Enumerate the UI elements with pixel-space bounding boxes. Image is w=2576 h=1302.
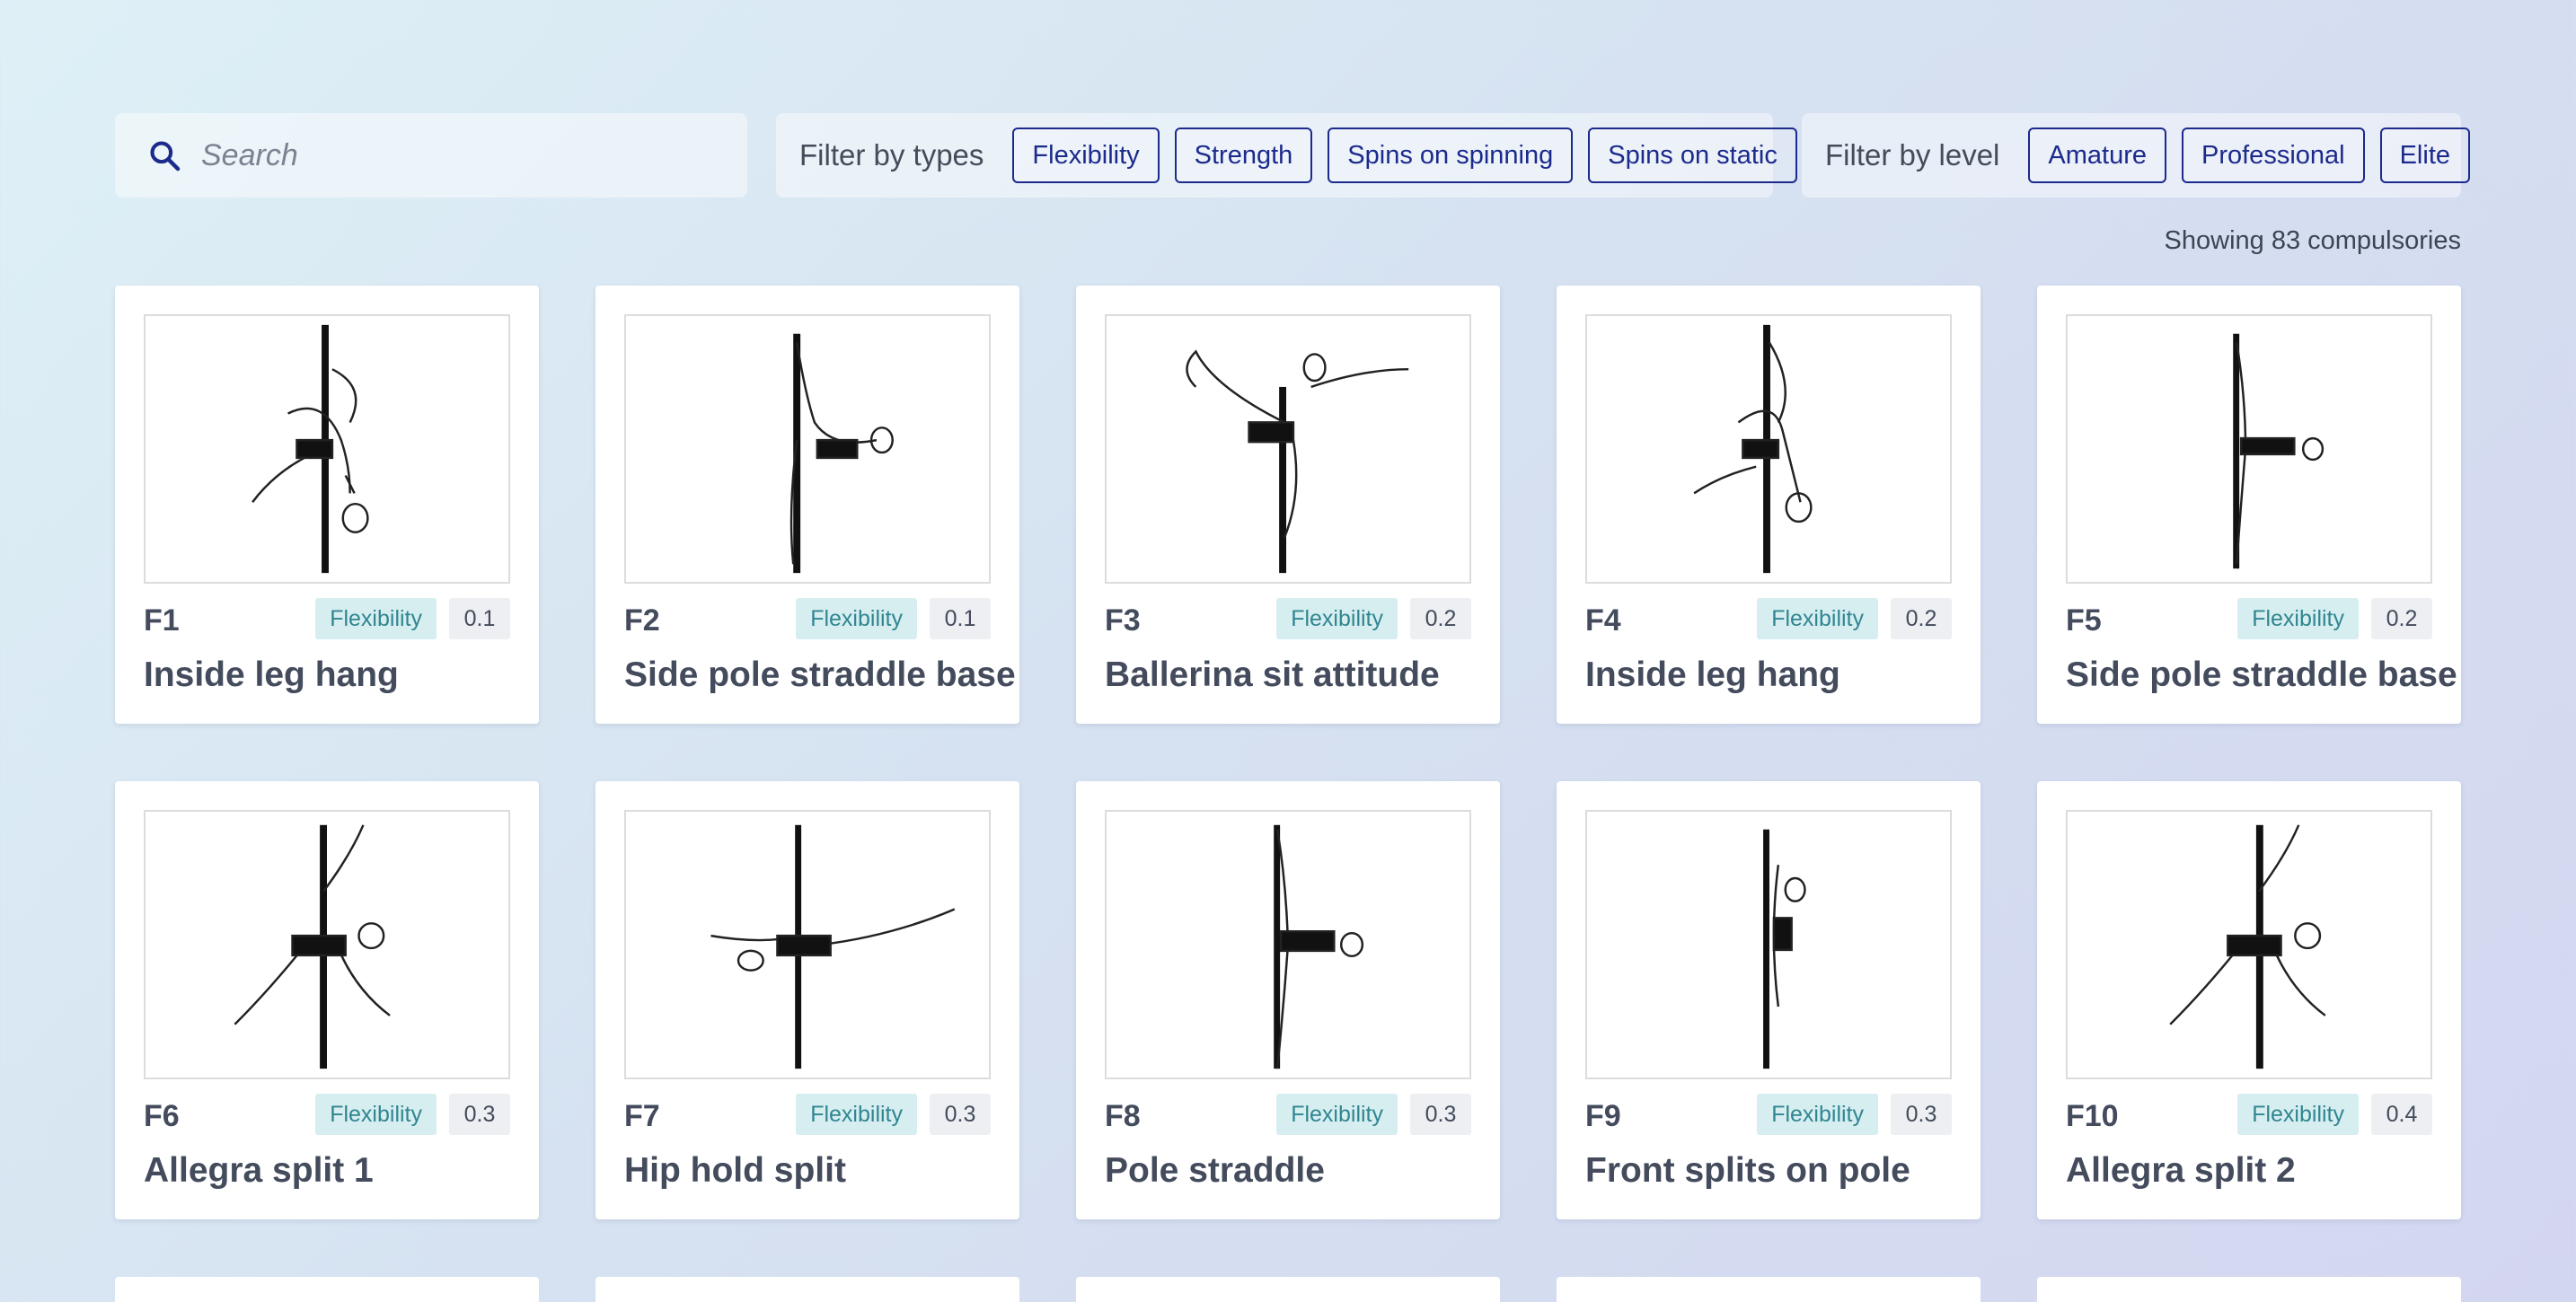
search-input[interactable] bbox=[201, 131, 722, 180]
pose-image bbox=[624, 314, 991, 584]
compulsory-card[interactable]: F8 Flexibility 0.3 Pole straddle bbox=[1076, 781, 1500, 1219]
compulsory-card-partial[interactable] bbox=[2037, 1277, 2461, 1302]
compulsory-card[interactable]: F2 Flexibility 0.1 Side pole straddle ba… bbox=[595, 286, 1019, 724]
pose-image bbox=[1105, 810, 1471, 1079]
card-title: Side pole straddle base bbox=[2066, 655, 2457, 694]
pose-image bbox=[144, 810, 510, 1079]
card-code: F6 bbox=[144, 1099, 180, 1133]
pose-image bbox=[1585, 810, 1952, 1079]
type-badge: Flexibility bbox=[1757, 598, 1878, 639]
card-title: Allegra split 2 bbox=[2066, 1151, 2296, 1190]
pose-image bbox=[144, 314, 510, 584]
pose-image bbox=[1585, 314, 1952, 584]
type-badge: Flexibility bbox=[315, 1094, 437, 1135]
pose-illustration bbox=[790, 333, 894, 574]
card-code: F7 bbox=[624, 1099, 660, 1133]
pose-illustration bbox=[1274, 824, 1364, 1069]
compulsory-card[interactable]: F7 Flexibility 0.3 Hip hold split bbox=[595, 781, 1019, 1219]
card-title: Inside leg hang bbox=[1585, 655, 1840, 694]
card-code: F10 bbox=[2066, 1099, 2119, 1133]
compulsory-card[interactable]: F3 Flexibility 0.2 Ballerina sit attitud… bbox=[1076, 286, 1500, 724]
level-chip-professional[interactable]: Professional bbox=[2182, 128, 2365, 183]
card-title: Ballerina sit attitude bbox=[1105, 655, 1440, 694]
card-title: Allegra split 1 bbox=[144, 1151, 374, 1190]
card-code: F4 bbox=[1585, 603, 1621, 638]
level-filter-panel: Filter by level Amature Professional Eli… bbox=[1802, 113, 2471, 198]
card-code: F3 bbox=[1105, 603, 1141, 638]
card-code: F9 bbox=[1585, 1099, 1621, 1133]
compulsory-card-partial[interactable] bbox=[595, 1277, 1019, 1302]
search-box[interactable] bbox=[115, 113, 747, 198]
type-badge: Flexibility bbox=[2237, 598, 2359, 639]
pose-illustration bbox=[251, 324, 369, 574]
value-badge: 0.2 bbox=[1410, 598, 1471, 639]
type-chip-flexibility[interactable]: Flexibility bbox=[1012, 128, 1160, 183]
type-chip-spins-on-spinning[interactable]: Spins on spinning bbox=[1328, 128, 1574, 183]
type-filter-panel: Filter by types Flexibility Strength Spi… bbox=[776, 113, 1797, 198]
card-code: F1 bbox=[144, 603, 180, 638]
results-count: Showing 83 compulsories bbox=[2164, 226, 2461, 255]
compulsory-card[interactable]: F4 Flexibility 0.2 Inside leg hang bbox=[1557, 286, 1981, 724]
type-badge: Flexibility bbox=[1276, 1094, 1398, 1135]
card-title: Inside leg hang bbox=[144, 655, 399, 694]
compulsory-card[interactable]: F1 Flexibility 0.1 Inside leg hang bbox=[115, 286, 539, 724]
value-badge: 0.1 bbox=[449, 598, 510, 639]
value-badge: 0.3 bbox=[1891, 1094, 1952, 1135]
compulsory-card-partial[interactable] bbox=[1557, 1277, 1981, 1302]
type-badge: Flexibility bbox=[2237, 1094, 2359, 1135]
card-code: F5 bbox=[2066, 603, 2102, 638]
type-badge: Flexibility bbox=[796, 598, 917, 639]
pose-illustration bbox=[2169, 824, 2326, 1069]
value-badge: 0.1 bbox=[930, 598, 991, 639]
compulsory-card[interactable]: F6 Flexibility 0.3 Allegra split 1 bbox=[115, 781, 539, 1219]
card-title: Hip hold split bbox=[624, 1151, 846, 1190]
level-filter-label: Filter by level bbox=[1825, 138, 2000, 172]
type-chip-spins-on-static[interactable]: Spins on static bbox=[1588, 128, 1797, 183]
type-chip-strength[interactable]: Strength bbox=[1174, 128, 1313, 183]
compulsory-card[interactable]: F9 Flexibility 0.3 Front splits on pole bbox=[1557, 781, 1981, 1219]
pose-illustration bbox=[1186, 349, 1409, 574]
type-badge: Flexibility bbox=[796, 1094, 917, 1135]
value-badge: 0.3 bbox=[449, 1094, 510, 1135]
level-chip-elite[interactable]: Elite bbox=[2379, 128, 2471, 183]
compulsory-card-partial[interactable] bbox=[1076, 1277, 1500, 1302]
card-title: Side pole straddle base bbox=[624, 655, 1016, 694]
level-chip-amature[interactable]: Amature bbox=[2028, 128, 2166, 183]
type-filter-label: Filter by types bbox=[799, 138, 984, 172]
pose-illustration bbox=[710, 824, 956, 1069]
pose-illustration bbox=[234, 824, 391, 1069]
card-code: F8 bbox=[1105, 1099, 1141, 1133]
compulsory-card[interactable]: F5 Flexibility 0.2 Side pole straddle ba… bbox=[2037, 286, 2461, 724]
value-badge: 0.2 bbox=[2371, 598, 2432, 639]
value-badge: 0.3 bbox=[930, 1094, 991, 1135]
type-badge: Flexibility bbox=[1276, 598, 1398, 639]
compulsory-card-partial[interactable] bbox=[115, 1277, 539, 1302]
type-badge: Flexibility bbox=[1757, 1094, 1878, 1135]
pose-image bbox=[2066, 314, 2432, 584]
pose-image bbox=[624, 810, 991, 1079]
value-badge: 0.4 bbox=[2371, 1094, 2432, 1135]
pose-illustration bbox=[1693, 324, 1813, 574]
card-code: F2 bbox=[624, 603, 660, 638]
search-icon bbox=[150, 141, 181, 172]
pose-image bbox=[1105, 314, 1471, 584]
type-badge: Flexibility bbox=[315, 598, 437, 639]
pose-image bbox=[2066, 810, 2432, 1079]
pose-illustration bbox=[1763, 829, 1806, 1069]
value-badge: 0.3 bbox=[1410, 1094, 1471, 1135]
pose-illustration bbox=[2233, 333, 2325, 569]
card-title: Pole straddle bbox=[1105, 1151, 1325, 1190]
value-badge: 0.2 bbox=[1891, 598, 1952, 639]
compulsory-card[interactable]: F10 Flexibility 0.4 Allegra split 2 bbox=[2037, 781, 2461, 1219]
card-title: Front splits on pole bbox=[1585, 1151, 1910, 1190]
